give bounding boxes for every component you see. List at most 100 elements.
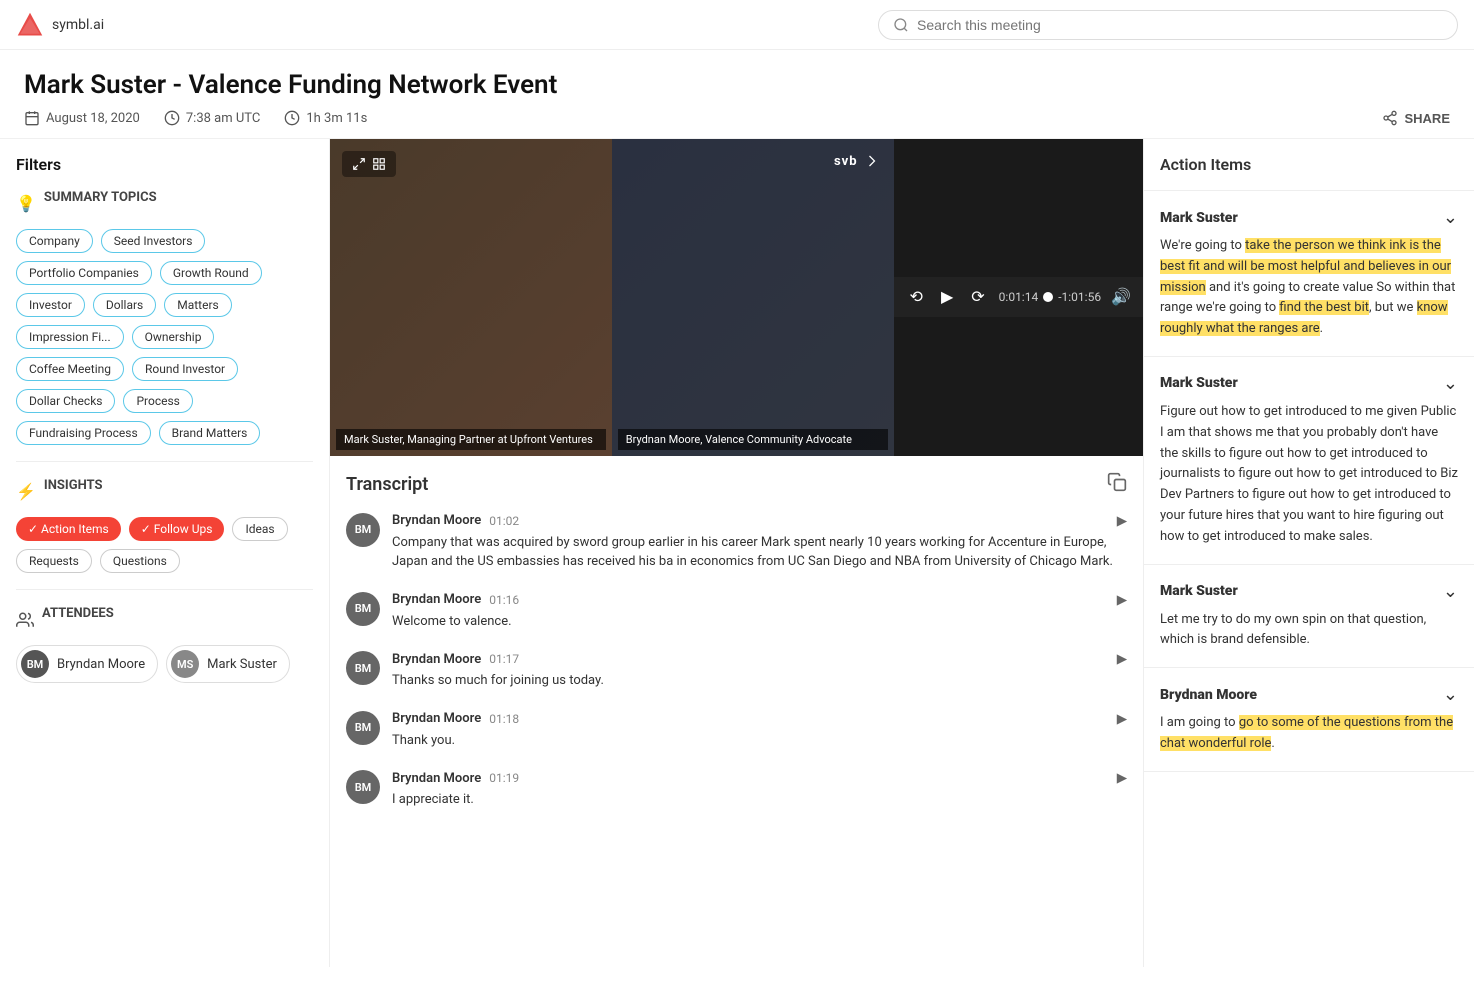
- attendee-chip[interactable]: MS Mark Suster: [166, 645, 290, 683]
- video-logo: svb: [834, 151, 882, 171]
- video-controls: ⟲ ▶ ⟳ 0:01:14 -1:01:56 🔊: [894, 277, 1143, 317]
- attendees-section: ATTENDEES BM Bryndan Moore MS Mark Suste…: [16, 606, 313, 683]
- insight-tag[interactable]: Requests: [16, 549, 92, 573]
- insight-tag[interactable]: ✓ Action Items: [16, 517, 121, 541]
- transcript-meta: Bryndan Moore 01:19 ▶: [392, 770, 1127, 786]
- time-text: 7:38 am UTC: [186, 111, 260, 126]
- normal-text: .: [1320, 321, 1323, 336]
- topic-tag[interactable]: Dollar Checks: [16, 389, 115, 413]
- logo-icon: [16, 11, 44, 39]
- volume-button[interactable]: 🔊: [1111, 287, 1131, 307]
- topics-icon: 💡: [16, 194, 36, 213]
- topic-tag[interactable]: Impression Fi...: [16, 325, 124, 349]
- current-time: 0:01:14: [999, 290, 1039, 304]
- highlighted-text: find the best bit: [1279, 300, 1369, 315]
- transcript-time: 01:17: [489, 652, 519, 666]
- summary-topics-section: 💡 SUMMARY TOPICS: [16, 190, 313, 217]
- main-layout: Filters 💡 SUMMARY TOPICS Company Seed Inv…: [0, 139, 1474, 967]
- insight-tags-row1: ✓ Action Items ✓ Follow Ups Ideas: [16, 517, 313, 541]
- normal-text: We're going to: [1160, 238, 1245, 253]
- topic-tag[interactable]: Matters: [164, 293, 231, 317]
- insight-tag[interactable]: Questions: [100, 549, 180, 573]
- transcript-play-button[interactable]: ▶: [1117, 592, 1127, 608]
- topic-tag[interactable]: Round Investor: [132, 357, 238, 381]
- transcript-time: 01:16: [489, 593, 519, 607]
- action-speaker: Mark Suster ⌄: [1160, 373, 1458, 394]
- expand-button[interactable]: [342, 151, 396, 177]
- transcript-play-button[interactable]: ▶: [1117, 770, 1127, 786]
- topic-tag[interactable]: Fundraising Process: [16, 421, 151, 445]
- page-header: Mark Suster - Valence Funding Network Ev…: [0, 50, 1474, 139]
- search-bar[interactable]: [878, 10, 1458, 40]
- insights-header: ⚡ INSIGHTS: [16, 478, 313, 505]
- insights-icon: ⚡: [16, 482, 36, 501]
- insight-tag[interactable]: ✓ Follow Ups: [129, 517, 225, 541]
- transcript-speaker: Bryndan Moore: [392, 592, 481, 607]
- topic-tag[interactable]: Ownership: [132, 325, 215, 349]
- insights-section: ⚡ INSIGHTS ✓ Action Items ✓ Follow Ups Ide…: [16, 478, 313, 573]
- share-button[interactable]: SHARE: [1382, 110, 1450, 126]
- attendees-label: ATTENDEES: [42, 606, 114, 621]
- topic-tag[interactable]: Growth Round: [160, 261, 262, 285]
- transcript-header: Transcript: [346, 472, 1127, 497]
- topic-tag[interactable]: Portfolio Companies: [16, 261, 152, 285]
- divider-2: [16, 589, 313, 590]
- transcript-time: 01:18: [489, 712, 519, 726]
- transcript-avatar: BM: [346, 711, 380, 745]
- topic-tag[interactable]: Investor: [16, 293, 85, 317]
- play-button[interactable]: ▶: [937, 285, 957, 309]
- normal-text: Figure out how to get introduced to me g…: [1160, 404, 1458, 544]
- topic-tag[interactable]: Seed Investors: [101, 229, 206, 253]
- transcript-play-button[interactable]: ▶: [1117, 651, 1127, 667]
- copy-button[interactable]: [1107, 472, 1127, 497]
- transcript-meta: Bryndan Moore 01:17 ▶: [392, 651, 1127, 667]
- action-dropdown-button[interactable]: ⌄: [1443, 207, 1458, 228]
- logo[interactable]: symbl.ai: [16, 11, 104, 39]
- transcript-item: BM Bryndan Moore 01:02 ▶ Company that wa…: [346, 513, 1127, 572]
- transcript-item: BM Bryndan Moore 01:16 ▶ Welcome to vale…: [346, 592, 1127, 632]
- action-dropdown-button[interactable]: ⌄: [1443, 373, 1458, 394]
- transcript-speaker: Bryndan Moore: [392, 711, 481, 726]
- topic-tag[interactable]: Brand Matters: [159, 421, 261, 445]
- transcript-item: BM Bryndan Moore 01:19 ▶ I appreciate it…: [346, 770, 1127, 810]
- remaining-time: -1:01:56: [1058, 290, 1101, 304]
- insight-tag[interactable]: Ideas: [232, 517, 287, 541]
- action-text: We're going to take the person we think …: [1160, 236, 1458, 340]
- transcript-body: Bryndan Moore 01:02 ▶ Company that was a…: [392, 513, 1127, 572]
- meta-duration: 1h 3m 11s: [284, 110, 367, 126]
- transcript-time: 01:02: [489, 514, 519, 528]
- topic-tag[interactable]: Coffee Meeting: [16, 357, 124, 381]
- transcript-avatar: BM: [346, 651, 380, 685]
- transcript-meta: Bryndan Moore 01:16 ▶: [392, 592, 1127, 608]
- transcript-meta: Bryndan Moore 01:18 ▶: [392, 711, 1127, 727]
- transcript-speaker: Bryndan Moore: [392, 771, 481, 786]
- transcript-avatar: BM: [346, 592, 380, 626]
- topic-tag[interactable]: Process: [123, 389, 192, 413]
- action-dropdown-button[interactable]: ⌄: [1443, 581, 1458, 602]
- transcript-body: Bryndan Moore 01:17 ▶ Thanks so much for…: [392, 651, 1127, 691]
- attendee-chip[interactable]: BM Bryndan Moore: [16, 645, 158, 683]
- search-input[interactable]: [917, 17, 1443, 33]
- left-speaker-label: Mark Suster, Managing Partner at Upfront…: [336, 429, 606, 450]
- rewind-button[interactable]: ⟲: [906, 285, 927, 309]
- normal-text: , but we: [1369, 300, 1417, 315]
- topic-tag[interactable]: Dollars: [93, 293, 156, 317]
- action-items-list: Mark Suster ⌄ We're going to take the pe…: [1144, 191, 1474, 772]
- topic-tag[interactable]: Company: [16, 229, 93, 253]
- topics-tags: Company Seed Investors Portfolio Companies…: [16, 229, 313, 445]
- action-dropdown-button[interactable]: ⌄: [1443, 684, 1458, 705]
- transcript-body: Bryndan Moore 01:19 ▶ I appreciate it.: [392, 770, 1127, 810]
- transcript-play-button[interactable]: ▶: [1117, 513, 1127, 529]
- video-expand[interactable]: [342, 151, 396, 177]
- calendar-icon: [24, 110, 40, 126]
- filters-heading: Filters: [16, 155, 313, 174]
- summary-topics-label: SUMMARY TOPICS: [44, 190, 157, 205]
- right-panel: Action Items Mark Suster ⌄ We're going t…: [1144, 139, 1474, 967]
- center-content: Mark Suster, Managing Partner at Upfront…: [330, 139, 1144, 967]
- right-panel-header: Action Items: [1144, 139, 1474, 191]
- fast-forward-button[interactable]: ⟳: [967, 285, 988, 309]
- transcript-avatar: BM: [346, 513, 380, 547]
- action-text: Let me try to do my own spin on that que…: [1160, 610, 1458, 652]
- transcript-play-button[interactable]: ▶: [1117, 711, 1127, 727]
- transcript-text: Thanks so much for joining us today.: [392, 671, 1127, 691]
